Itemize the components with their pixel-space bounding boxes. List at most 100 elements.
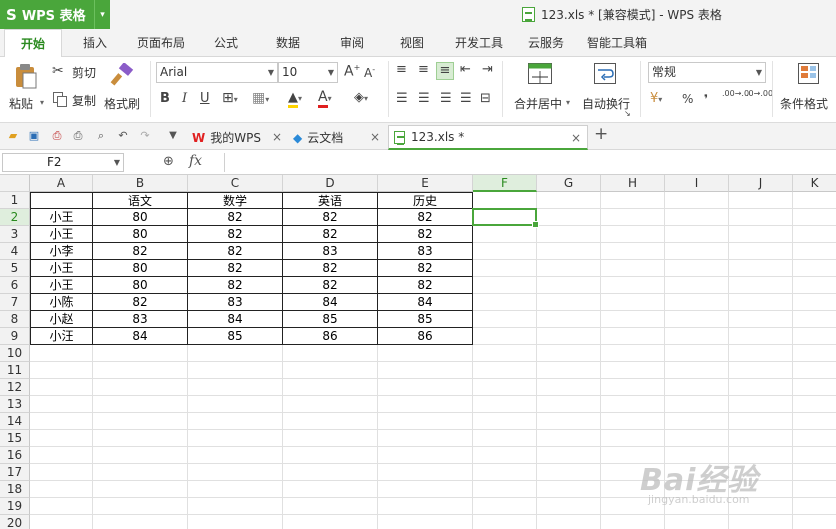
column-header-j[interactable]: J — [729, 175, 793, 192]
cell-j12[interactable] — [729, 379, 793, 396]
row-header-9[interactable]: 9 — [0, 328, 30, 345]
cell-i10[interactable] — [665, 345, 729, 362]
cell-i20[interactable] — [665, 515, 729, 529]
cell-k7[interactable] — [793, 294, 836, 311]
cell-f1[interactable] — [473, 192, 537, 209]
cell-g11[interactable] — [537, 362, 601, 379]
cell-f15[interactable] — [473, 430, 537, 447]
cell-g8[interactable] — [537, 311, 601, 328]
row-header-18[interactable]: 18 — [0, 481, 30, 498]
cell-f13[interactable] — [473, 396, 537, 413]
cut-button[interactable]: ✂ 剪切 — [52, 63, 102, 81]
cell-d8[interactable]: 85 — [283, 311, 378, 328]
tab-home[interactable]: 开始 — [4, 29, 62, 58]
cell-d13[interactable] — [283, 396, 378, 413]
cell-b7[interactable]: 82 — [93, 294, 188, 311]
cell-d9[interactable]: 86 — [283, 328, 378, 345]
cell-h10[interactable] — [601, 345, 665, 362]
row-header-17[interactable]: 17 — [0, 464, 30, 481]
cell-g15[interactable] — [537, 430, 601, 447]
row-header-11[interactable]: 11 — [0, 362, 30, 379]
italic-icon[interactable]: I — [182, 91, 187, 106]
cell-k9[interactable] — [793, 328, 836, 345]
row-header-19[interactable]: 19 — [0, 498, 30, 515]
cell-b11[interactable] — [93, 362, 188, 379]
currency-icon[interactable]: ¥▾ — [650, 91, 662, 106]
cell-i12[interactable] — [665, 379, 729, 396]
cell-a12[interactable] — [30, 379, 93, 396]
cell-c6[interactable]: 82 — [188, 277, 283, 294]
increase-font-icon[interactable]: A+ — [344, 63, 360, 80]
align-right-icon[interactable]: ☰ — [440, 91, 452, 106]
cell-f5[interactable] — [473, 260, 537, 277]
cell-c10[interactable] — [188, 345, 283, 362]
indent-decrease-icon[interactable]: ⇤ — [460, 62, 471, 77]
cell-b4[interactable]: 82 — [93, 243, 188, 260]
cell-e8[interactable]: 85 — [378, 311, 473, 328]
number-format-select[interactable]: 常规 ▼ — [648, 62, 766, 83]
cell-a17[interactable] — [30, 464, 93, 481]
cell-c14[interactable] — [188, 413, 283, 430]
row-header-14[interactable]: 14 — [0, 413, 30, 430]
column-header-e[interactable]: E — [378, 175, 473, 192]
cell-c20[interactable] — [188, 515, 283, 529]
cell-c11[interactable] — [188, 362, 283, 379]
cell-fill-icon[interactable]: ▦▾ — [252, 90, 269, 106]
cell-a9[interactable]: 小汪 — [30, 328, 93, 345]
cell-h8[interactable] — [601, 311, 665, 328]
cell-h6[interactable] — [601, 277, 665, 294]
open-folder-icon[interactable]: ▰ — [6, 129, 20, 143]
row-header-13[interactable]: 13 — [0, 396, 30, 413]
cell-e20[interactable] — [378, 515, 473, 529]
cell-k10[interactable] — [793, 345, 836, 362]
app-menu-button[interactable]: S WPS 表格 ▾ — [0, 0, 110, 29]
cell-i13[interactable] — [665, 396, 729, 413]
cell-c19[interactable] — [188, 498, 283, 515]
doc-tab-my-wps[interactable]: W 我的WPS × — [188, 125, 288, 150]
cell-d2[interactable]: 82 — [283, 209, 378, 226]
cell-a13[interactable] — [30, 396, 93, 413]
cell-g17[interactable] — [537, 464, 601, 481]
cell-e18[interactable] — [378, 481, 473, 498]
tab-page-layout[interactable]: 页面布局 — [130, 29, 192, 57]
cell-h14[interactable] — [601, 413, 665, 430]
alignment-settings-icon[interactable]: ↘ — [624, 109, 631, 118]
row-header-4[interactable]: 4 — [0, 243, 30, 260]
column-header-f[interactable]: F — [473, 175, 537, 192]
cell-j2[interactable] — [729, 209, 793, 226]
cell-d11[interactable] — [283, 362, 378, 379]
customize-quick-access-icon[interactable]: ▼ — [166, 129, 180, 143]
cell-k13[interactable] — [793, 396, 836, 413]
cell-i6[interactable] — [665, 277, 729, 294]
cell-k3[interactable] — [793, 226, 836, 243]
cell-g6[interactable] — [537, 277, 601, 294]
export-pdf-icon[interactable]: ⎙ — [50, 129, 64, 143]
align-middle-icon[interactable]: ≡ — [418, 62, 429, 77]
cell-i8[interactable] — [665, 311, 729, 328]
cell-g13[interactable] — [537, 396, 601, 413]
merge-dropdown-icon[interactable]: ▾ — [566, 98, 570, 107]
cell-i5[interactable] — [665, 260, 729, 277]
cell-b18[interactable] — [93, 481, 188, 498]
cell-e17[interactable] — [378, 464, 473, 481]
doc-tab-cloud-docs[interactable]: ◆ 云文档 × — [290, 125, 386, 150]
cell-a6[interactable]: 小王 — [30, 277, 93, 294]
cell-f11[interactable] — [473, 362, 537, 379]
tab-review[interactable]: 审阅 — [330, 29, 374, 57]
cell-d6[interactable]: 82 — [283, 277, 378, 294]
cell-e15[interactable] — [378, 430, 473, 447]
conditional-format-button[interactable]: 条件格式 — [778, 61, 836, 119]
column-header-d[interactable]: D — [283, 175, 378, 192]
cell-a19[interactable] — [30, 498, 93, 515]
justify-icon[interactable]: ☰ — [460, 91, 472, 106]
cell-i2[interactable] — [665, 209, 729, 226]
cell-i7[interactable] — [665, 294, 729, 311]
cell-h4[interactable] — [601, 243, 665, 260]
cell-d19[interactable] — [283, 498, 378, 515]
formula-input[interactable] — [224, 153, 834, 172]
row-header-1[interactable]: 1 — [0, 192, 30, 209]
cell-k12[interactable] — [793, 379, 836, 396]
increase-decimal-button[interactable]: .00→.0 — [722, 89, 749, 98]
cell-e6[interactable]: 82 — [378, 277, 473, 294]
cell-f19[interactable] — [473, 498, 537, 515]
